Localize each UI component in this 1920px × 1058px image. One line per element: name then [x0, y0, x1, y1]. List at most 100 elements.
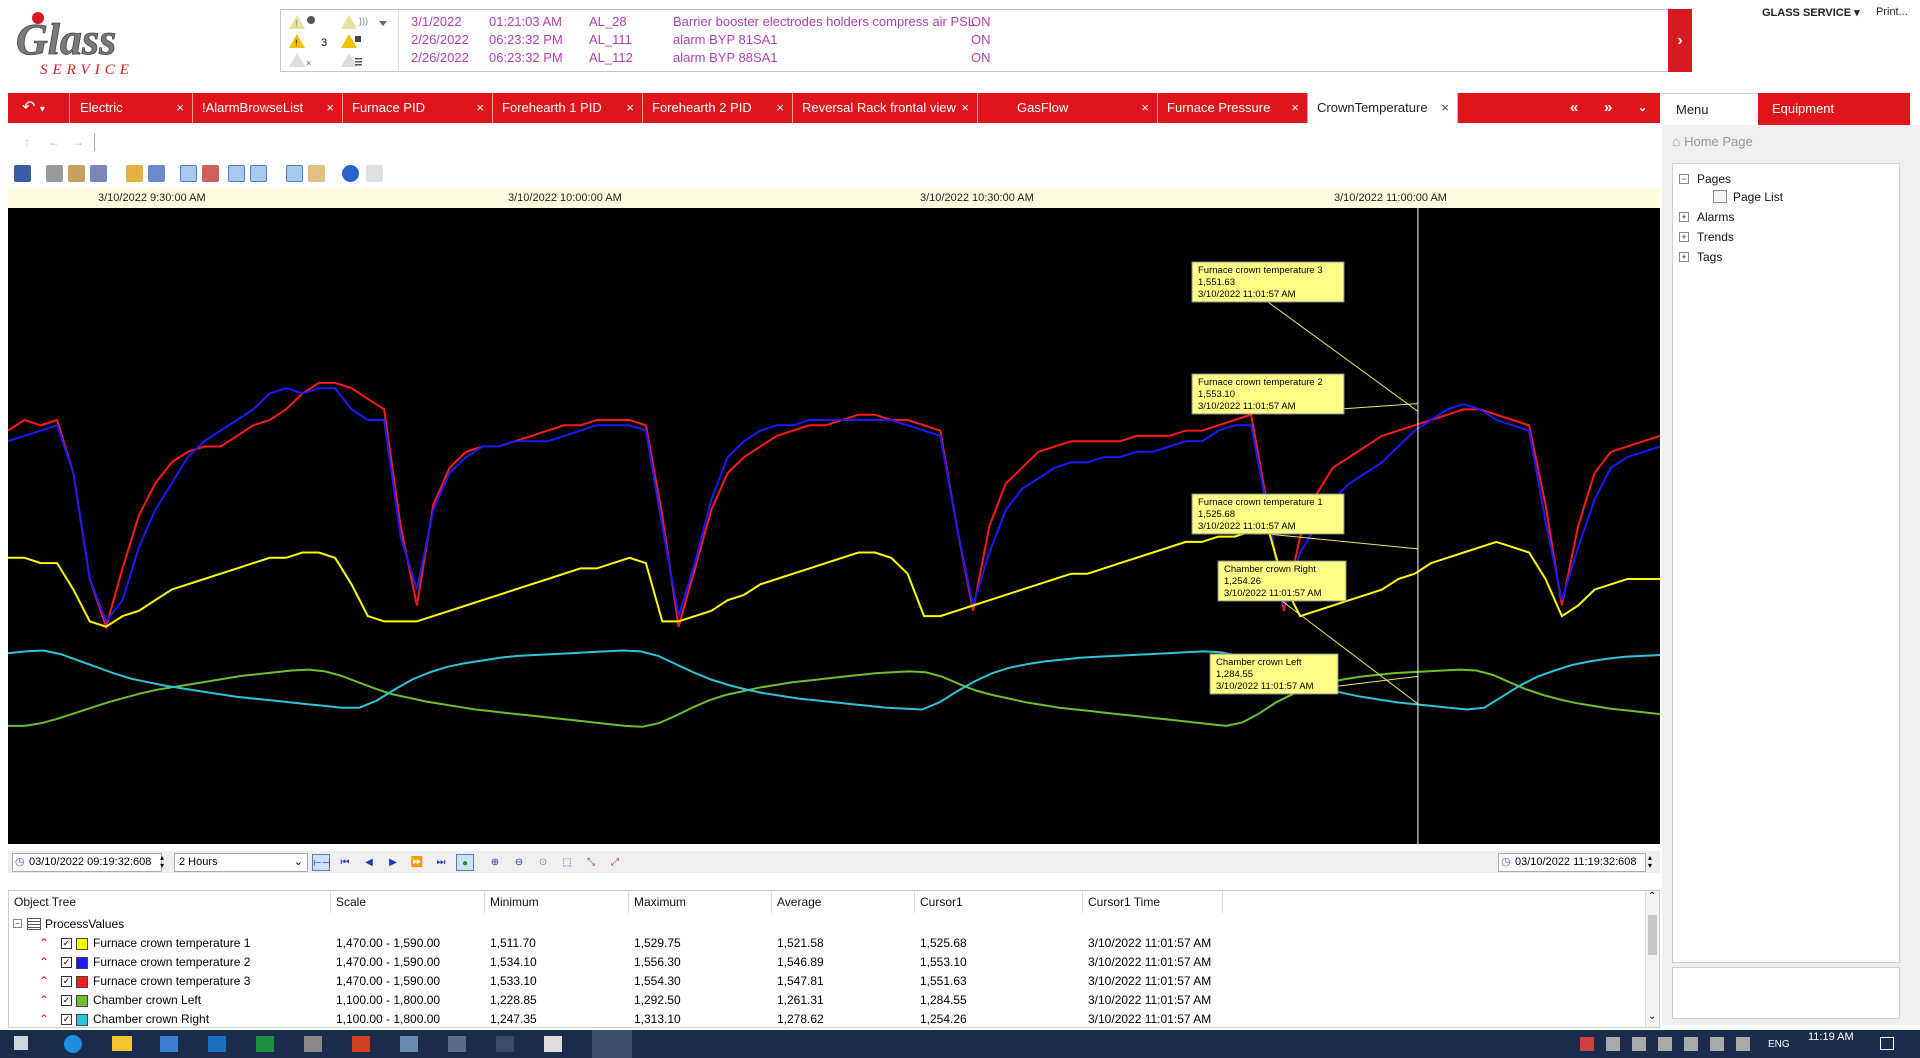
tab-alarm-browse-list[interactable]: !AlarmBrowseList ×	[193, 93, 343, 123]
next-icon[interactable]: ▶	[384, 854, 402, 871]
pan-icon[interactable]: ⤡	[582, 854, 600, 871]
side-menu-tab[interactable]: Menu	[1662, 93, 1758, 125]
close-icon[interactable]: ×	[1141, 93, 1149, 123]
last-icon[interactable]: ⏭	[432, 854, 450, 871]
undo-button[interactable]: ↶ ▾	[8, 93, 70, 123]
close-icon[interactable]: ×	[1441, 93, 1449, 123]
pen-visible-checkbox[interactable]: ✓	[61, 1014, 72, 1025]
tray-icon[interactable]	[1632, 1037, 1646, 1051]
edit-pen-icon[interactable]	[148, 165, 165, 182]
tab-crown-temperature[interactable]: CrownTemperature ×	[1308, 93, 1458, 123]
pen-visible-checkbox[interactable]: ✓	[61, 976, 72, 987]
tray-icon[interactable]	[1658, 1037, 1672, 1051]
close-icon[interactable]: ×	[476, 93, 484, 123]
notification-icon[interactable]	[1880, 1037, 1894, 1050]
tab-reversal-rack[interactable]: Reversal Rack frontal view ×	[793, 93, 978, 123]
expand-icon[interactable]: +	[1679, 252, 1689, 262]
excel-icon[interactable]	[256, 1036, 274, 1052]
dropdown-icon[interactable]	[379, 21, 387, 26]
close-icon[interactable]: ×	[176, 93, 184, 123]
zoom-in-icon[interactable]: ⊕	[486, 854, 504, 871]
zoom-reset-icon[interactable]: ⊙	[534, 854, 552, 871]
alarm-row[interactable]: 2/26/2022 06:23:32 PM AL_112 alarm BYP 8…	[411, 50, 1511, 68]
table-row[interactable]: ⌃ ✓ Furnace crown temperature 2 1,470.00 - …	[9, 953, 1225, 972]
app-icon[interactable]	[544, 1036, 562, 1052]
print-preview-icon[interactable]	[68, 165, 85, 182]
arrow-back-icon[interactable]: ←	[48, 135, 60, 149]
alarm-row[interactable]: 2/26/2022 06:23:32 PM AL_111 alarm BYP 8…	[411, 32, 1511, 50]
tray-icon[interactable]	[1580, 1037, 1594, 1051]
alarm-indicator-group[interactable]: ! ))) ! × 3	[281, 10, 399, 71]
start-time-field[interactable]: ◷ 03/10/2022 09:19:32:608	[12, 853, 162, 872]
alarm-next-button[interactable]: ›	[1668, 9, 1692, 72]
column-header[interactable]: Scale	[331, 891, 485, 913]
tab-furnace-pressure[interactable]: Furnace Pressure ×	[1158, 93, 1308, 123]
table-row[interactable]: ⌃ ✓ Furnace crown temperature 1 1,470.00 - …	[9, 934, 1225, 953]
tree-group-row[interactable]: − ProcessValues	[9, 915, 1225, 934]
arrow-forward-icon[interactable]: →	[72, 135, 84, 149]
pen-color-swatch[interactable]	[76, 938, 88, 950]
clock-time[interactable]: 11:19 AM	[1808, 1031, 1854, 1043]
pen-visible-checkbox[interactable]: ✓	[61, 957, 72, 968]
alarm-row[interactable]: 3/1/2022 01:21:03 AM AL_28 Barrier boost…	[411, 14, 1511, 32]
pick-icon[interactable]	[202, 165, 219, 182]
store-icon[interactable]	[160, 1036, 178, 1052]
save-icon[interactable]	[14, 165, 31, 182]
volume-icon[interactable]	[1710, 1037, 1724, 1051]
tab-gasflow[interactable]: GasFlow ×	[1008, 93, 1158, 123]
edge-icon[interactable]	[64, 1035, 82, 1053]
tray-icon[interactable]	[1606, 1037, 1620, 1051]
file-explorer-icon[interactable]	[112, 1036, 132, 1051]
two-cursors-icon[interactable]	[250, 165, 267, 182]
scroll-thumb[interactable]	[1648, 915, 1657, 955]
tabs-first-icon[interactable]: «	[1570, 93, 1578, 123]
scroll-down-icon[interactable]: ⌄	[1648, 1011, 1656, 1022]
cursor-mode-icon[interactable]	[180, 165, 197, 182]
column-header[interactable]: Cursor1	[915, 891, 1083, 913]
fit-range-icon[interactable]: ⊢⊣	[312, 854, 330, 871]
print-link[interactable]: Print...	[1876, 6, 1908, 18]
pen-color-swatch[interactable]	[76, 1014, 88, 1026]
close-icon[interactable]: ×	[961, 93, 969, 123]
close-icon[interactable]: ×	[776, 93, 784, 123]
windows-start-icon[interactable]	[14, 1036, 28, 1050]
arrow-up-icon[interactable]: ↑	[24, 135, 30, 149]
close-icon[interactable]: ×	[326, 93, 334, 123]
vertical-scrollbar[interactable]: ⌃ ⌄	[1645, 891, 1659, 1027]
battery-icon[interactable]	[1736, 1037, 1750, 1051]
column-header[interactable]: Object Tree	[9, 891, 331, 913]
duration-select[interactable]: 2 Hours ⌄	[174, 853, 308, 872]
table-row[interactable]: ⌃ ✓ Chamber crown Right 1,100.00 - 1,800.00…	[9, 1010, 1225, 1029]
spinner-icon[interactable]: ▴ ▾	[160, 854, 164, 870]
edit-wand-icon[interactable]	[126, 165, 143, 182]
prev-icon[interactable]: ◀	[360, 854, 378, 871]
fast-forward-icon[interactable]: ⏩	[408, 854, 426, 871]
calculator-icon[interactable]	[448, 1036, 466, 1052]
side-equipment-tab[interactable]: Equipment	[1758, 93, 1910, 125]
first-icon[interactable]: ⏮	[336, 854, 354, 871]
pen-visible-checkbox[interactable]: ✓	[61, 938, 72, 949]
tab-forehearth-2-pid[interactable]: Forehearth 2 PID ×	[643, 93, 793, 123]
home-page-link[interactable]: ⌂ Home Page	[1672, 133, 1753, 149]
tab-electric[interactable]: Electric ×	[71, 93, 193, 123]
close-icon[interactable]: ×	[1291, 93, 1299, 123]
pen-color-swatch[interactable]	[76, 957, 88, 969]
autoscale-icon[interactable]: ⤢	[606, 854, 624, 871]
app-icon[interactable]	[496, 1036, 514, 1052]
open-folder-icon[interactable]	[308, 165, 325, 182]
app-icon[interactable]	[304, 1036, 322, 1052]
print-icon[interactable]	[46, 165, 63, 182]
trend-chart[interactable]: Furnace crown temperature 3 1,551.63 3/10/…	[8, 208, 1660, 844]
tab-furnace-pid[interactable]: Furnace PID ×	[343, 93, 493, 123]
column-header[interactable]: Cursor1 Time	[1083, 891, 1223, 913]
pen-color-swatch[interactable]	[76, 995, 88, 1007]
tabs-menu-icon[interactable]: ⌄	[1638, 93, 1647, 123]
table-row[interactable]: ⌃ ✓ Furnace crown temperature 3 1,470.00 - …	[9, 972, 1225, 991]
close-icon[interactable]: ×	[626, 93, 634, 123]
tabs-last-icon[interactable]: »	[1604, 93, 1612, 123]
pen-color-swatch[interactable]	[76, 976, 88, 988]
zoom-out-icon[interactable]: ⊖	[510, 854, 528, 871]
column-header[interactable]: Minimum	[485, 891, 629, 913]
cursor-line-icon[interactable]	[228, 165, 245, 182]
help-icon[interactable]	[342, 165, 359, 182]
